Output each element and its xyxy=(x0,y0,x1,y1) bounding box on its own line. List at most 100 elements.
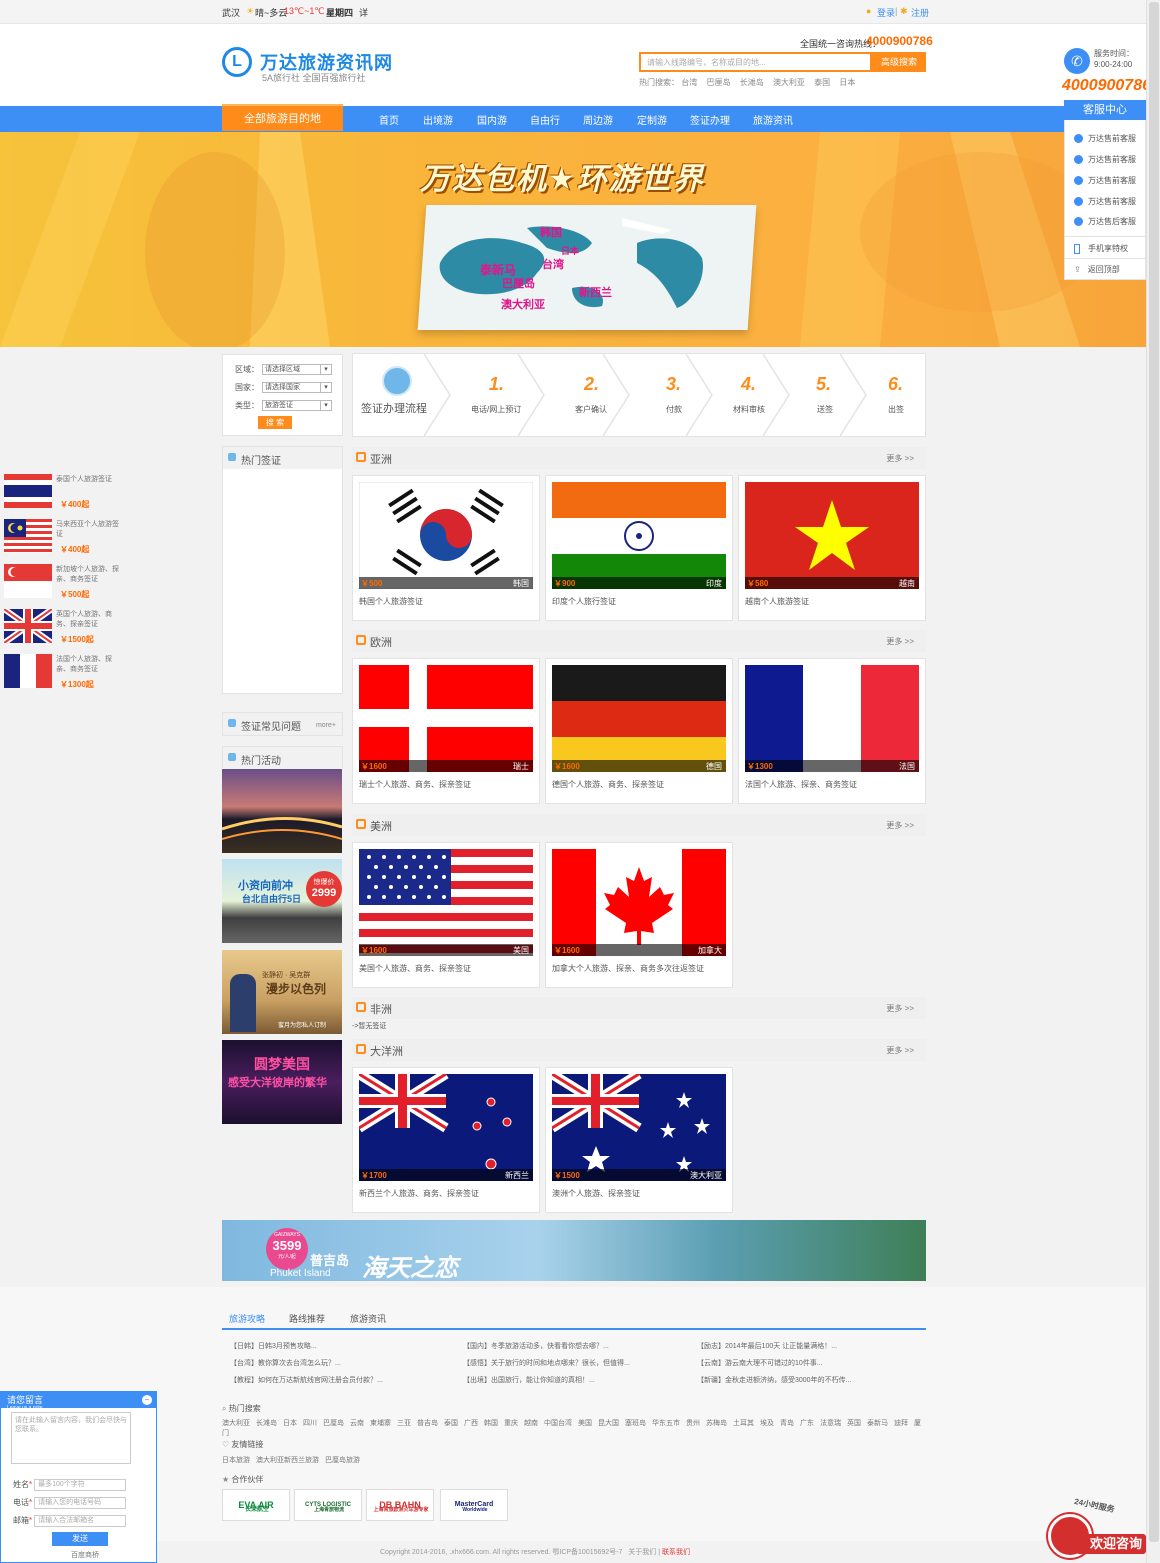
hot-visa-box: 热门签证 xyxy=(222,446,343,694)
hot-visa-item[interactable]: 新加坡个人旅游、探亲、商务签证 ￥500起 xyxy=(4,562,122,606)
card-title: 瑞士个人旅游、商务、探亲签证 xyxy=(359,780,471,789)
message-phone-row: 电话* 请输入您的电话号码 xyxy=(13,1497,127,1509)
phone-field[interactable]: 请输入您的电话号码 xyxy=(34,1497,127,1509)
phuket-promo-banner[interactable]: GAIZWAYS 3599 元/人/起 普吉岛 Phuket Island 海天… xyxy=(222,1220,926,1281)
hot-term[interactable]: 巴厘岛 xyxy=(706,78,730,87)
visa-card-switzerland[interactable]: ￥1600 瑞士 瑞士个人旅游、商务、探亲签证 xyxy=(352,658,540,804)
more-link[interactable]: 更多 >> xyxy=(886,820,914,831)
name-field[interactable]: 最多100个字符 xyxy=(34,1479,127,1491)
partner-mastercard[interactable]: MasterCard Worldwide xyxy=(440,1489,508,1521)
hot-term[interactable]: 台湾 xyxy=(681,78,697,87)
hot-term[interactable]: 澳大利亚 xyxy=(773,78,805,87)
faq-box[interactable]: 签证常见问题 more+ xyxy=(222,712,343,736)
service-item[interactable]: 万达售后客服 xyxy=(1074,216,1136,227)
nav-item-custom[interactable]: 定制游 xyxy=(637,112,667,127)
logo-icon[interactable]: L xyxy=(222,47,252,77)
visa-card-vietnam[interactable]: ￥580 越南 越南个人旅游签证 xyxy=(738,475,926,621)
contact-link[interactable]: 联系我们 xyxy=(662,1549,690,1556)
nav-item-outbound[interactable]: 出境游 xyxy=(423,112,453,127)
nav-item-free-travel[interactable]: 自由行 xyxy=(530,112,560,127)
register-link[interactable]: 注册 xyxy=(911,6,929,19)
more-link[interactable]: 更多 >> xyxy=(886,453,914,464)
news-link[interactable]: 【感悟】关于旅行的时间和地点哪来？很长，但值得... xyxy=(463,1358,630,1368)
qq-icon xyxy=(1074,176,1083,186)
africa-empty: ->暂无签证 xyxy=(352,1023,387,1030)
nav-item-home[interactable]: 首页 xyxy=(379,112,399,127)
news-link[interactable]: 【励志】2014年最后100天 让正能量满格！... xyxy=(697,1341,837,1351)
visa-card-canada[interactable]: ￥1600 加拿大 加拿大个人旅游、探亲、商务多次往返签证 xyxy=(545,842,733,988)
scrollbar-thumb[interactable] xyxy=(1149,2,1159,1542)
news-link[interactable]: 【台湾】教你算次去台湾怎么玩？... xyxy=(230,1358,341,1368)
person-figure xyxy=(230,974,256,1032)
activity-banner-israel[interactable]: 张静初 · 吴克群 漫步以色列 蜜月为您私人订制 xyxy=(222,950,342,1034)
tab-travel-guide[interactable]: 旅游攻略 xyxy=(229,1312,265,1325)
visa-card-germany[interactable]: ￥1600 德国 德国个人旅游、商务、探亲签证 xyxy=(545,658,733,804)
activity-banner-usa[interactable]: 圆梦美国 感受大洋彼岸的繁华 xyxy=(222,1040,342,1124)
more-link[interactable]: 更多 >> xyxy=(886,1003,914,1014)
friend-links-heading: ♡ 友情链接 xyxy=(222,1440,264,1449)
city[interactable]: 武汉 xyxy=(222,6,240,19)
service-item[interactable]: 万达售前客服 xyxy=(1074,154,1136,165)
about-link[interactable]: 关于我们 xyxy=(628,1549,656,1556)
minimize-icon[interactable]: − xyxy=(142,1395,152,1405)
welcome-consult-badge[interactable]: 24小时服务 欢迎咨询 xyxy=(1048,1497,1146,1560)
partner-db-bahn[interactable]: DB BAHN 上海青旅欧洲火车游专家 xyxy=(366,1489,434,1521)
news-link[interactable]: 【云南】游云南大理不可错过的10件事... xyxy=(697,1358,823,1368)
scrollbar[interactable] xyxy=(1146,0,1160,1563)
visa-card-korea[interactable]: ￥500 韩国 韩国个人旅游签证 xyxy=(352,475,540,621)
tab-routes[interactable]: 路线推荐 xyxy=(289,1312,325,1325)
message-content-input[interactable]: 请在此输入留言内容，我们会尽快与您联系。 xyxy=(11,1412,131,1464)
hot-term[interactable]: 日本 xyxy=(839,78,855,87)
tab-news[interactable]: 旅游资讯 xyxy=(350,1312,386,1325)
type-select[interactable]: 旅游签证 xyxy=(262,400,332,412)
hot-term[interactable]: 泰国 xyxy=(814,78,830,87)
nav-item-domestic[interactable]: 国内游 xyxy=(477,112,507,127)
activity-banner-city[interactable] xyxy=(222,769,342,853)
hot-visa-item[interactable]: 英国个人旅游、商务、探亲签证 ￥1500起 xyxy=(4,607,122,651)
nav-all-destinations[interactable]: 全部旅游目的地 xyxy=(222,104,343,131)
search-input[interactable]: 请输入线路编号，名称或目的地... xyxy=(639,52,872,72)
back-to-top[interactable]: ⇪ 返回顶部 xyxy=(1074,264,1120,275)
nav-item-nearby[interactable]: 周边游 xyxy=(583,112,613,127)
visa-card-france[interactable]: ￥1300 法国 法国个人旅游、探亲、商务签证 xyxy=(738,658,926,804)
weather-detail-link[interactable]: 详 xyxy=(359,6,368,19)
search-button[interactable]: 高级搜索 xyxy=(872,52,926,72)
hot-visa-item[interactable]: 马来西亚个人旅游签证 ￥400起 xyxy=(4,517,122,561)
activity-banner-taipei[interactable]: 小资向前冲 台北自由行5日 惊爆价 2999 xyxy=(222,859,342,943)
filter-type: 类型： 旅游签证 xyxy=(235,400,332,412)
copyright: Copyright 2014-2016, .xhx666.com. All ri… xyxy=(380,1549,690,1556)
filter-search-button[interactable]: 搜 索 xyxy=(258,416,292,429)
hot-term[interactable]: 长滩岛 xyxy=(740,78,764,87)
more-link[interactable]: 更多 >> xyxy=(886,636,914,647)
login-link[interactable]: 登录 xyxy=(877,6,895,19)
news-link[interactable]: 【教程】如何在万达新航线官网注册会员付款？... xyxy=(230,1375,383,1385)
news-link[interactable]: 【日韩】日韩3月预售攻略... xyxy=(230,1341,317,1351)
visa-card-australia[interactable]: ￥1500 澳大利亚 澳洲个人旅游、探亲签证 xyxy=(545,1067,733,1213)
news-link[interactable]: 【国内】冬季旅游活动多，快看看你想去哪？... xyxy=(463,1341,609,1351)
partner-eva-air[interactable]: EVA AIR 长荣航空 xyxy=(222,1489,290,1521)
hot-visa-item[interactable]: 法国个人旅游、探亲、商务签证 ￥1300起 xyxy=(4,652,122,696)
visa-card-india[interactable]: ￥900 印度 印度个人旅行签证 xyxy=(545,475,733,621)
visa-card-new-zealand[interactable]: ￥1700 新西兰 新西兰个人旅游、商务、探亲签证 xyxy=(352,1067,540,1213)
message-title: 请您留言 Leave us a note xyxy=(1,1392,156,1411)
region-select[interactable]: 请选择区域 xyxy=(262,364,332,376)
partner-cyts[interactable]: CYTS LOGISTIC 上海青旅物流 xyxy=(294,1489,362,1521)
more-link[interactable]: 更多 >> xyxy=(886,1045,914,1056)
faq-more-link[interactable]: more+ xyxy=(316,722,336,729)
mobile-link[interactable]: 手机享特权 xyxy=(1074,243,1128,254)
news-link[interactable]: 【新疆】金秋走进额济纳，感受3000年的不朽传... xyxy=(697,1375,851,1385)
card-title: 新西兰个人旅游、商务、探亲签证 xyxy=(359,1189,479,1198)
service-item[interactable]: 万达售前客服 xyxy=(1074,175,1136,186)
message-send-button[interactable]: 发送 xyxy=(52,1532,108,1546)
country-select[interactable]: 请选择国家 xyxy=(262,382,332,394)
service-item[interactable]: 万达售前客服 xyxy=(1074,196,1136,207)
hot-visa-item[interactable]: 泰国个人旅游签证 ￥400起 xyxy=(4,472,122,516)
nav-item-news[interactable]: 旅游资讯 xyxy=(753,112,793,127)
mobile-icon xyxy=(1074,243,1080,254)
email-field[interactable]: 请输入合法邮箱名 xyxy=(34,1515,127,1527)
qq-icon xyxy=(1074,155,1083,165)
visa-card-usa[interactable]: ￥1600 美国 美国个人旅游、商务、探亲签证 xyxy=(352,842,540,988)
news-link[interactable]: 【出境】出国旅行，能让你知道的真相！... xyxy=(463,1375,595,1385)
nav-item-visa[interactable]: 签证办理 xyxy=(690,112,730,127)
service-item[interactable]: 万达售前客服 xyxy=(1074,133,1136,144)
